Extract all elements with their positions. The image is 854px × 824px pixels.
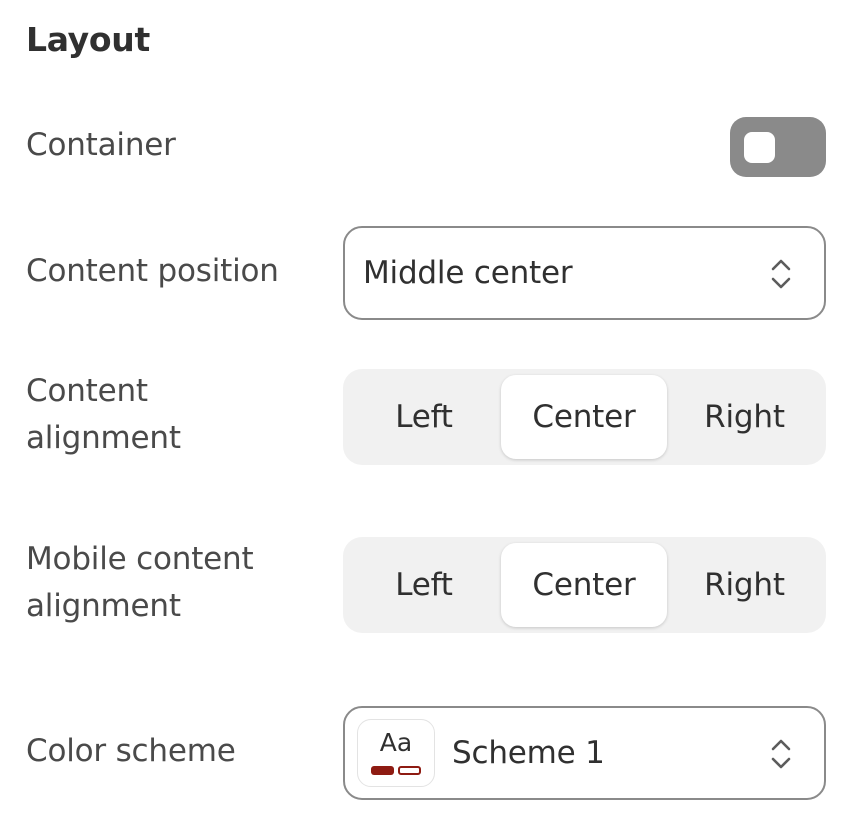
mobile-content-alignment-segmented: Left Center Right [343,537,826,633]
mobile-content-alignment-label-line1: Mobile content [26,541,254,577]
content-alignment-segmented: Left Center Right [343,369,826,465]
mobile-content-alignment-right[interactable]: Right [667,543,822,627]
content-alignment-left[interactable]: Left [347,375,501,459]
mobile-content-alignment-label-line2: alignment [26,588,181,624]
container-toggle[interactable] [730,117,826,177]
content-alignment-center[interactable]: Center [501,375,667,459]
color-scheme-swatch: Aa [357,719,435,787]
content-alignment-right[interactable]: Right [667,375,822,459]
container-label: Container [26,127,176,163]
mobile-content-alignment-center[interactable]: Center [501,543,667,627]
swatch-secondary-color [398,766,421,775]
mobile-content-alignment-left[interactable]: Left [347,543,501,627]
content-position-select[interactable]: Middle center [343,226,826,320]
content-alignment-label-line1: Content [26,373,148,409]
color-scheme-label: Color scheme [26,733,236,769]
layout-settings-panel: Layout Container Content position Middle… [0,0,854,824]
content-position-value: Middle center [363,255,573,291]
swatch-text: Aa [379,728,413,757]
content-alignment-label-line2: alignment [26,420,181,456]
toggle-knob [744,132,775,163]
content-position-label: Content position [26,253,279,289]
color-scheme-value: Scheme 1 [452,735,605,771]
chevron-up-down-icon [771,259,791,289]
section-title: Layout [26,20,150,59]
color-scheme-select[interactable]: Aa Scheme 1 [343,706,826,800]
chevron-up-down-icon [771,739,791,769]
swatch-primary-color [371,766,394,775]
